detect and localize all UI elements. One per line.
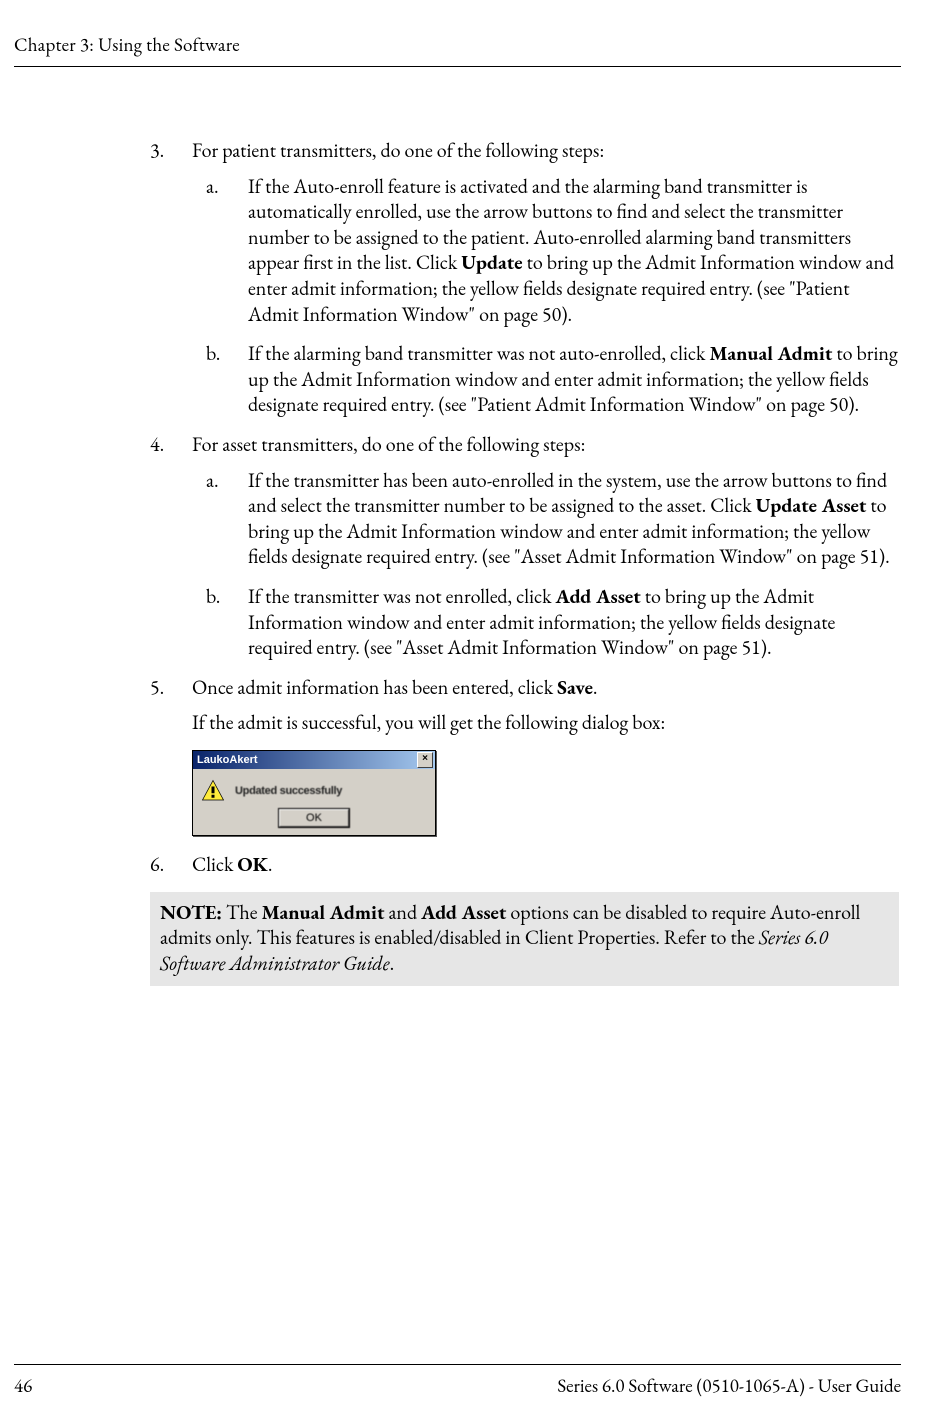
running-header: Chapter 3: Using the Software [14,32,240,57]
list-item-6: Click OK. [150,852,899,878]
text-6-bold: OK [237,851,267,877]
text-3b-bold: Manual Admit [709,340,832,366]
header-rule [14,66,901,67]
dialog-titlebar: LaukoAkert × [193,751,435,769]
text-6-pre: Click [192,851,237,877]
note-b2: Add Asset [421,899,506,925]
note-b1: Manual Admit [262,899,385,925]
note-box: NOTE: The Manual Admit and Add Asset opt… [150,892,899,987]
list-item-4: For asset transmitters, do one of the fo… [150,432,899,661]
marker-a: a. [206,174,219,200]
sub-item-3a: a. If the Auto-enroll feature is activat… [192,174,899,328]
text-4b-bold: Add Asset [556,583,641,609]
text-4a-bold: Update Asset [756,492,867,518]
text-5-followup: If the admit is successful, you will get… [192,710,899,736]
sub-list-3: a. If the Auto-enroll feature is activat… [192,174,899,418]
note-seg2: and [384,899,421,925]
dialog-body: Updated successfully [193,769,435,807]
body-content: For patient transmitters, do one of the … [150,138,899,986]
sub-item-4b: b. If the transmitter was not enrolled, … [192,584,899,661]
note-seg1: The [222,899,262,925]
footer: 46 Series 6.0 Software (0510-1065-A) - U… [14,1364,901,1398]
text-6-post: . [268,851,273,877]
text-5-bold: Save [557,674,593,700]
dialog-buttons: OK [193,807,435,835]
note-seg4: . [390,950,395,976]
marker-a: a. [206,468,219,494]
footer-rule [14,1364,901,1365]
list-item-3: For patient transmitters, do one of the … [150,138,899,418]
text-5-pre: Once admit information has been entered,… [192,674,557,700]
dialog-screenshot: LaukoAkert × Updated successfully [192,750,436,836]
item3-lead: For patient transmitters, do one of the … [192,137,604,163]
footer-right: Series 6.0 Software (0510-1065-A) - User… [557,1373,901,1398]
marker-b: b. [206,341,220,367]
page-number: 46 [14,1373,32,1398]
footer-row: 46 Series 6.0 Software (0510-1065-A) - U… [14,1373,901,1398]
note-label: NOTE: [160,899,222,925]
marker-b: b. [206,584,220,610]
info-icon [201,779,225,803]
text-5-post: . [593,674,598,700]
item4-lead: For asset transmitters, do one of the fo… [192,431,586,457]
page: Chapter 3: Using the Software For patien… [0,0,941,1420]
sub-item-3b: b. If the alarming band transmitter was … [192,341,899,418]
sub-item-4a: a. If the transmitter has been auto-enro… [192,468,899,570]
list-item-5: Once admit information has been entered,… [150,675,899,836]
text-3b-pre: If the alarming band transmitter was not… [248,340,709,366]
text-4b-pre: If the transmitter was not enrolled, cli… [248,583,556,609]
dialog-title: LaukoAkert [197,753,258,767]
close-icon[interactable]: × [417,752,433,768]
ok-button[interactable]: OK [279,809,349,827]
dialog-message: Updated successfully [235,784,342,798]
main-list: For patient transmitters, do one of the … [150,138,899,878]
sub-list-4: a. If the transmitter has been auto-enro… [192,468,899,661]
text-3a-bold: Update [461,249,522,275]
